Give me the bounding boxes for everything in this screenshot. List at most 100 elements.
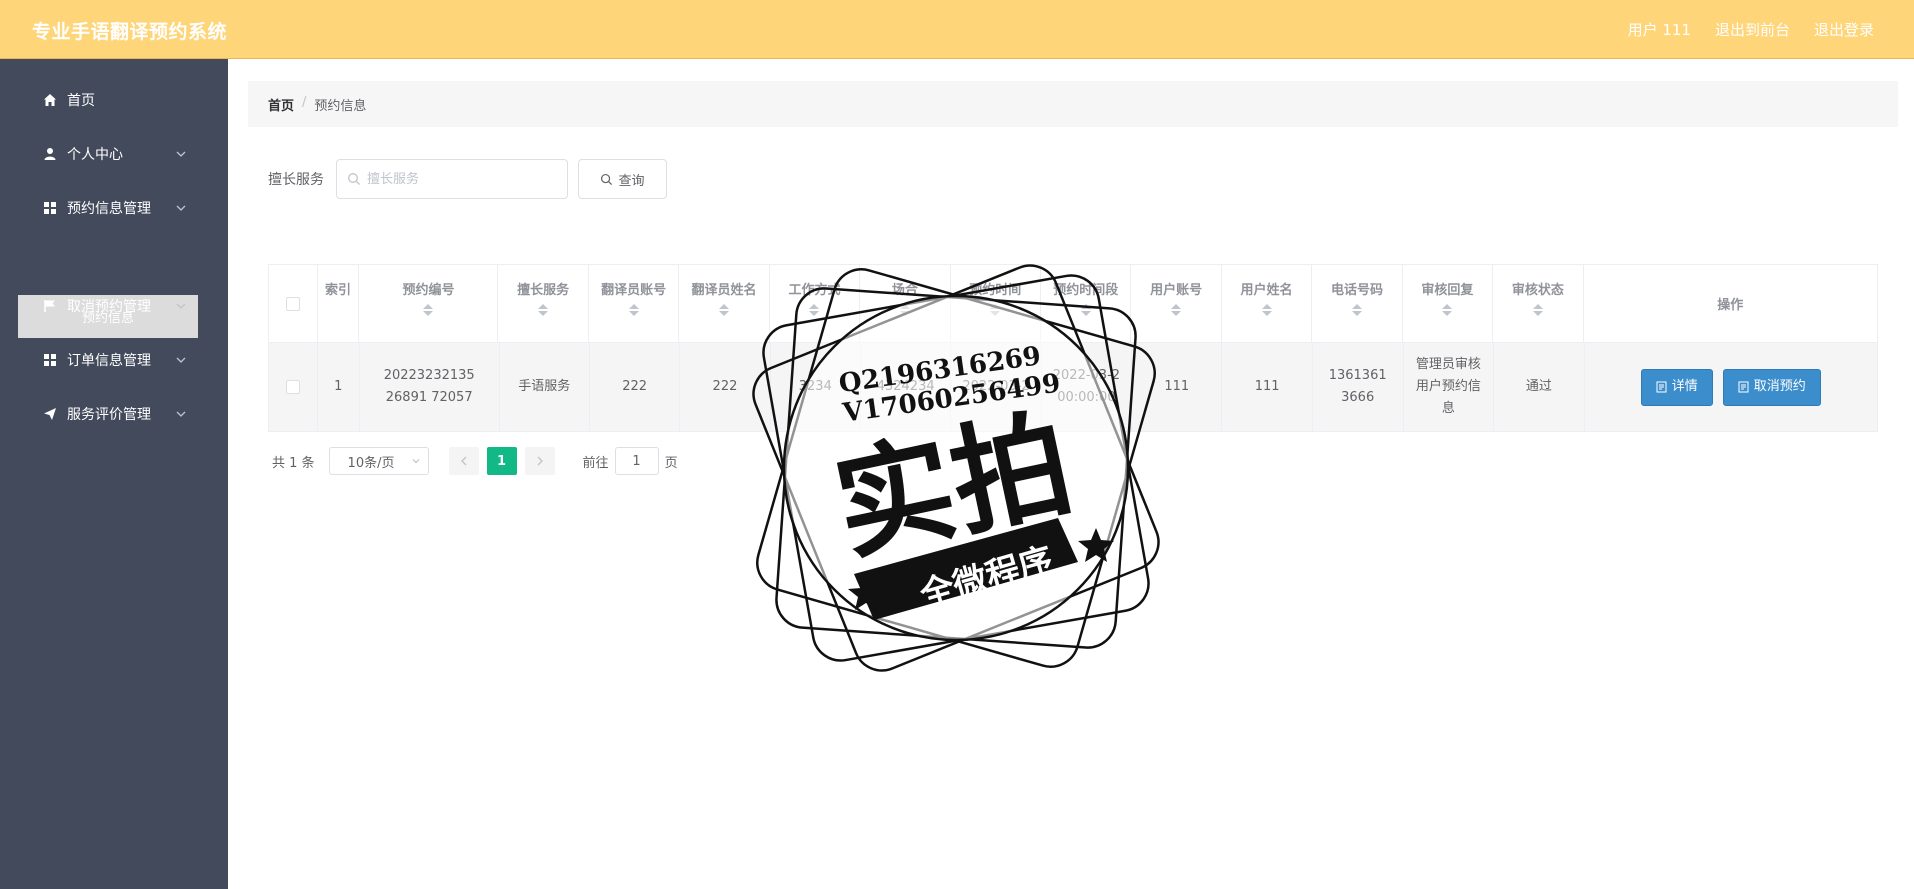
- sort-icon: [1171, 304, 1182, 316]
- header-translator-account[interactable]: 翻译员账号: [588, 265, 680, 343]
- select-all-checkbox[interactable]: [285, 296, 300, 311]
- cell-phone: 13613613666: [1312, 343, 1404, 432]
- cell-order-no: 2022323213526891 72057: [359, 343, 500, 432]
- cell-reply: 管理员审核用户预约信息: [1403, 343, 1495, 432]
- sidebar-item-label: 取消预约管理: [67, 299, 151, 315]
- cell-translator-account: 222: [589, 343, 681, 432]
- header-select-all[interactable]: [269, 265, 318, 343]
- sidebar-item-personal-center[interactable]: 个人中心: [0, 127, 228, 181]
- sidebar-item-label: 订单信息管理: [67, 353, 151, 369]
- sort-icon: [990, 304, 1001, 316]
- breadcrumb: 首页 / 预约信息: [248, 81, 1898, 127]
- cell-status: 通过: [1494, 343, 1585, 432]
- sort-icon: [1351, 304, 1362, 316]
- sidebar-item-label: 个人中心: [67, 147, 123, 163]
- header-status[interactable]: 审核状态: [1493, 265, 1584, 343]
- document-icon: [1738, 381, 1749, 393]
- chevron-left-icon: [460, 456, 467, 466]
- search-icon: [348, 173, 360, 185]
- sort-icon: [423, 304, 434, 316]
- grid-icon: [42, 352, 58, 368]
- chevron-down-icon: [176, 205, 186, 211]
- sidebar: 首页 个人中心 预约信息管理 预约信息 取消预约管理 订单信息管理 服务评价管理: [0, 59, 228, 889]
- header-order-no[interactable]: 预约编号: [359, 265, 499, 343]
- cancel-booking-button[interactable]: 取消预约: [1722, 368, 1821, 406]
- goto-page-input[interactable]: 1: [614, 447, 659, 475]
- goto-prefix: 前往: [582, 455, 609, 471]
- logout-link[interactable]: 退出登录: [1814, 19, 1874, 40]
- booking-table: 索引 预约编号 擅长服务 翻译员账号 翻译员姓名 工作方式 场合 预约时间 预约…: [268, 264, 1879, 432]
- back-to-front-link[interactable]: 退出到前台: [1715, 19, 1790, 40]
- sort-icon: [899, 304, 910, 316]
- chevron-down-icon: [176, 411, 186, 417]
- top-bar: 专业手语翻译预约系统 用户 111 退出到前台 退出登录: [0, 0, 1914, 59]
- header-time-slot[interactable]: 预约时间段: [1041, 265, 1132, 343]
- cell-service: 手语服务: [499, 343, 590, 432]
- header-date[interactable]: 预约时间: [950, 265, 1041, 343]
- sort-icon: [809, 304, 820, 316]
- app-title: 专业手语翻译预约系统: [32, 21, 228, 43]
- header-reply[interactable]: 审核回复: [1402, 265, 1494, 343]
- pagination: 共 1 条 10条/页 1 前往 1 页: [272, 447, 678, 475]
- send-icon: [42, 406, 58, 422]
- header-service[interactable]: 擅长服务: [498, 265, 589, 343]
- row-checkbox[interactable]: [285, 380, 300, 394]
- top-nav: 用户 111 退出到前台 退出登录: [1628, 19, 1874, 40]
- pagination-total: 共 1 条: [272, 455, 315, 471]
- sort-icon: [1080, 304, 1091, 316]
- document-icon: [1656, 381, 1667, 393]
- detail-button[interactable]: 详情: [1640, 368, 1713, 406]
- sidebar-item-booking-management[interactable]: 预约信息管理: [0, 181, 228, 235]
- sort-icon: [628, 304, 639, 316]
- sidebar-item-label: 服务评价管理: [67, 407, 151, 423]
- grid-icon: [42, 200, 58, 216]
- sort-icon: [1261, 304, 1272, 316]
- cell-occasion: 4324234: [861, 343, 952, 432]
- header-work-mode[interactable]: 工作方式: [769, 265, 861, 343]
- search-input[interactable]: [367, 168, 557, 190]
- prev-page-button[interactable]: [448, 447, 479, 475]
- sidebar-item-cancel-management[interactable]: 取消预约管理: [0, 279, 228, 333]
- cell-user-name: 111: [1222, 343, 1313, 432]
- chevron-down-icon: [176, 151, 186, 157]
- flag-icon: [42, 298, 58, 314]
- sort-icon: [719, 304, 730, 316]
- page-size-select[interactable]: 10条/页: [328, 447, 429, 475]
- cell-date: 2022-03-2: [951, 343, 1042, 432]
- cell-translator-name: 222: [680, 343, 771, 432]
- header-user-account[interactable]: 用户账号: [1131, 265, 1222, 343]
- chevron-down-icon: [176, 357, 186, 363]
- search-field[interactable]: [336, 159, 568, 199]
- sidebar-item-order-management[interactable]: 订单信息管理: [0, 333, 228, 387]
- cell-actions: 详情 取消预约: [1584, 343, 1878, 432]
- current-user-link[interactable]: 用户 111: [1628, 19, 1691, 40]
- sidebar-item-review-management[interactable]: 服务评价管理: [0, 387, 228, 441]
- watermark-banner-text: 全微程序: [915, 540, 1058, 616]
- breadcrumb-home[interactable]: 首页: [268, 95, 294, 114]
- cell-index: 1: [317, 343, 360, 432]
- sidebar-item-label: 首页: [67, 93, 95, 109]
- user-icon: [42, 146, 58, 162]
- breadcrumb-current: 预约信息: [314, 99, 367, 114]
- next-page-button[interactable]: [524, 447, 555, 475]
- search-label: 擅长服务: [268, 172, 324, 188]
- header-phone[interactable]: 电话号码: [1312, 265, 1403, 343]
- page-number-current[interactable]: 1: [486, 447, 517, 475]
- header-actions: 操作: [1583, 265, 1879, 343]
- chevron-down-icon: [176, 303, 186, 309]
- sort-icon: [1442, 304, 1453, 316]
- sidebar-item-label: 预约信息管理: [67, 201, 151, 217]
- chevron-down-icon: [412, 459, 419, 464]
- search-icon: [601, 173, 613, 185]
- star-icon: [848, 576, 884, 610]
- query-button[interactable]: 查询: [578, 159, 667, 199]
- header-translator-name[interactable]: 翻译员姓名: [679, 265, 770, 343]
- header-occasion[interactable]: 场合: [860, 265, 951, 343]
- breadcrumb-separator: /: [302, 95, 307, 110]
- row-select[interactable]: [269, 343, 318, 432]
- header-user-name[interactable]: 用户姓名: [1221, 265, 1313, 343]
- table-row: 1 2022323213526891 72057 手语服务 222 222 32…: [269, 343, 1878, 432]
- header-index: 索引: [317, 265, 360, 343]
- table-header: 索引 预约编号 擅长服务 翻译员账号 翻译员姓名 工作方式 场合 预约时间 预约…: [269, 265, 1879, 343]
- sidebar-item-home[interactable]: 首页: [0, 73, 228, 127]
